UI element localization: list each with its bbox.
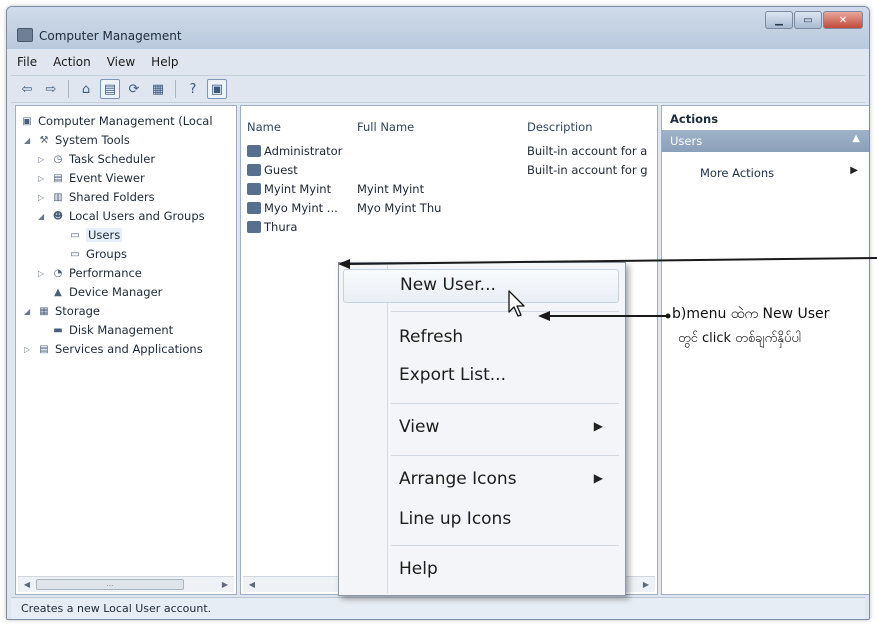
annotation-text-line2: တွင် click တစ်ချက်နှိပ်ပါ (678, 331, 802, 346)
arrowhead-icon (538, 311, 550, 321)
annotation-dot (665, 313, 671, 319)
annotation-text-line1: b)menu ထဲက New User (672, 306, 830, 322)
arrowhead-icon (338, 259, 350, 269)
annotation-line-top (345, 257, 877, 265)
